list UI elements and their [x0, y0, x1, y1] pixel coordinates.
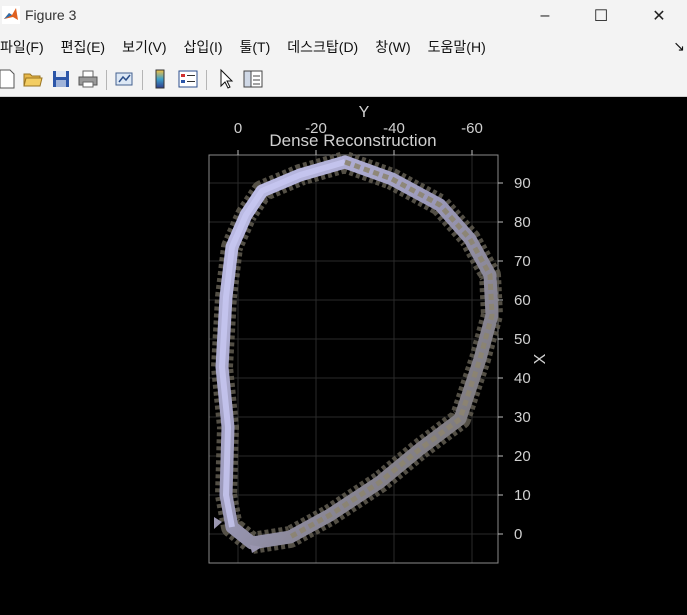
menu-bar: 파일(F) 편집(E) 보기(V) 삽입(I) 툴(T) 데스크탑(D) 창(W… — [0, 32, 687, 62]
save-icon[interactable] — [50, 68, 72, 90]
open-file-icon[interactable] — [22, 68, 44, 90]
close-button[interactable]: ✕ — [631, 0, 687, 32]
new-figure-icon[interactable] — [0, 68, 18, 90]
y-axis-label: Y — [359, 104, 370, 121]
tick-label: 90 — [514, 175, 531, 192]
tick-label: 30 — [514, 409, 531, 426]
menu-view[interactable]: 보기(V) — [114, 32, 175, 62]
axes[interactable]: Y Dense Reconstruction 0 -20 -40 -60 90 … — [0, 97, 687, 615]
matlab-logo-icon — [2, 6, 20, 24]
property-inspector-icon[interactable] — [242, 68, 264, 90]
tick-label: -60 — [461, 120, 483, 137]
window-title: Figure 3 — [25, 7, 77, 23]
menu-help[interactable]: 도움말(H) — [420, 32, 495, 62]
toolbar-separator — [206, 70, 207, 90]
tick-label: 80 — [514, 214, 531, 231]
dense-reconstruction-trajectory — [211, 151, 503, 554]
plot-title: Dense Reconstruction — [269, 131, 436, 150]
menu-dock-arrow-icon[interactable]: ↘ — [673, 38, 685, 55]
edit-plot-pointer-icon[interactable] — [215, 68, 237, 90]
x-axis-label: X — [532, 353, 549, 364]
tick-label: -20 — [305, 120, 327, 137]
title-bar: Figure 3 – ☐ ✕ — [0, 0, 687, 32]
right-tick-labels: 90 80 70 60 50 40 30 20 10 0 — [514, 175, 531, 543]
minimize-button[interactable]: – — [517, 0, 573, 32]
menu-insert[interactable]: 삽입(I) — [176, 32, 232, 62]
link-plot-icon[interactable] — [113, 68, 135, 90]
tick-label: 50 — [514, 331, 531, 348]
print-icon[interactable] — [77, 68, 99, 90]
figure-canvas[interactable]: Y Dense Reconstruction 0 -20 -40 -60 90 … — [0, 97, 687, 615]
toolbar-separator — [106, 70, 107, 90]
right-tick-marks — [498, 182, 503, 535]
menu-edit[interactable]: 편집(E) — [53, 32, 114, 62]
tick-label: -40 — [383, 120, 405, 137]
tick-label: 70 — [514, 253, 531, 270]
tick-label: 0 — [514, 526, 522, 543]
menu-file[interactable]: 파일(F) — [0, 32, 53, 62]
colorbar-icon[interactable] — [149, 68, 171, 90]
maximize-button[interactable]: ☐ — [573, 0, 629, 32]
menu-tools[interactable]: 툴(T) — [232, 32, 280, 62]
tick-label: 10 — [514, 487, 531, 504]
menu-window[interactable]: 창(W) — [367, 32, 419, 62]
tick-label: 60 — [514, 292, 531, 309]
tick-label: 0 — [234, 120, 242, 137]
menu-desktop[interactable]: 데스크탑(D) — [279, 32, 367, 62]
tick-label: 20 — [514, 448, 531, 465]
top-tick-marks — [237, 150, 473, 155]
legend-icon[interactable] — [177, 68, 199, 90]
toolbar-separator — [142, 70, 143, 90]
tick-label: 40 — [514, 370, 531, 387]
figure-toolbar — [0, 62, 687, 97]
